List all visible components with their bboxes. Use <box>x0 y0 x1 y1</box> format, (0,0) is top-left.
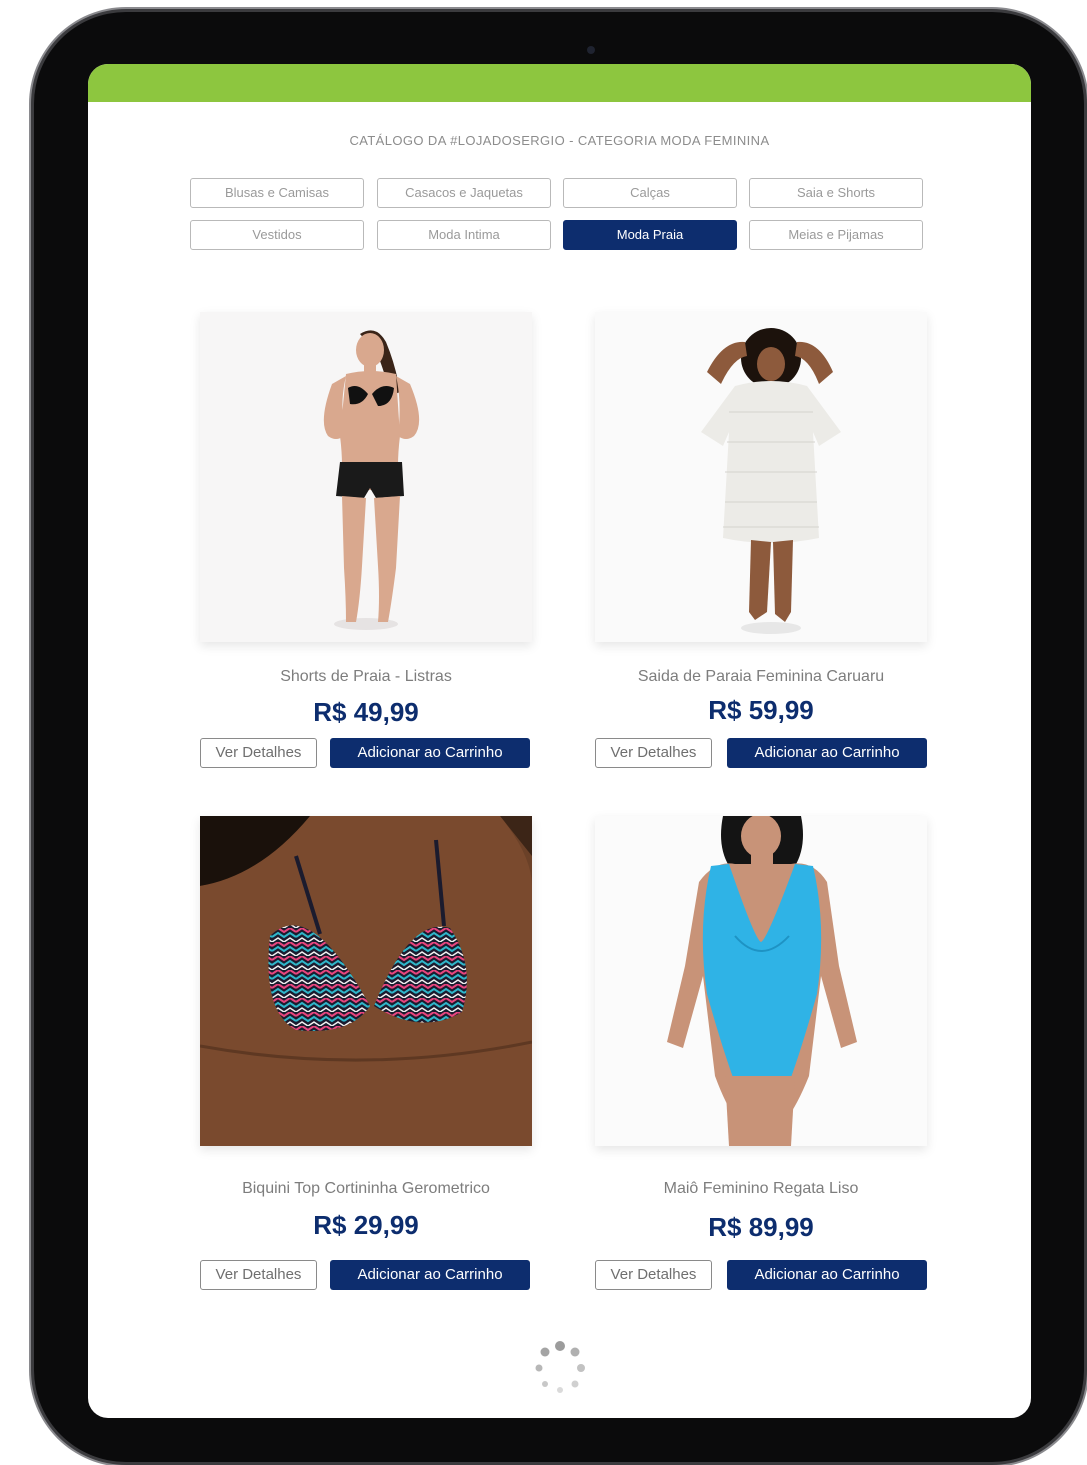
camera-dot <box>587 46 595 54</box>
product-price: R$ 49,99 <box>313 697 419 727</box>
product-name[interactable]: Saida de Paraia Feminina Caruaru <box>575 668 947 686</box>
product-image[interactable] <box>595 312 927 642</box>
product-price: R$ 29,99 <box>313 1210 419 1240</box>
add-to-cart-button[interactable]: Adicionar ao Carrinho <box>727 738 927 768</box>
product-name[interactable]: Maiô Feminino Regata Liso <box>575 1180 947 1198</box>
loading-spinner-icon <box>535 1341 585 1393</box>
details-button[interactable]: Ver Detalhes <box>200 738 317 768</box>
category-casacos-e-jaquetas[interactable]: Casacos e Jaquetas <box>377 178 551 208</box>
category-moda-intima[interactable]: Moda Intima <box>377 220 551 250</box>
add-to-cart-button[interactable]: Adicionar ao Carrinho <box>330 1260 530 1290</box>
details-button[interactable]: Ver Detalhes <box>595 738 712 768</box>
catalog-title: CATÁLOGO DA #LOJADOSERGIO - CATEGORIA MO… <box>349 133 770 148</box>
category-meias-e-pijamas[interactable]: Meias e Pijamas <box>749 220 923 250</box>
details-button[interactable]: Ver Detalhes <box>595 1260 712 1290</box>
add-to-cart-button[interactable]: Adicionar ao Carrinho <box>330 738 530 768</box>
top-bar <box>88 64 1031 102</box>
product-name[interactable]: Biquini Top Cortininha Gerometrico <box>180 1180 552 1198</box>
details-button[interactable]: Ver Detalhes <box>200 1260 317 1290</box>
category-vestidos[interactable]: Vestidos <box>190 220 364 250</box>
category-moda-praia[interactable]: Moda Praia <box>563 220 737 250</box>
add-to-cart-button[interactable]: Adicionar ao Carrinho <box>727 1260 927 1290</box>
product-image[interactable] <box>200 312 532 642</box>
product-name[interactable]: Shorts de Praia - Listras <box>180 668 552 686</box>
product-image[interactable] <box>200 816 532 1146</box>
product-price: R$ 89,99 <box>708 1212 814 1242</box>
screen: CATÁLOGO DA #LOJADOSERGIO - CATEGORIA MO… <box>88 64 1031 1418</box>
product-image[interactable] <box>595 816 927 1146</box>
category-saia-e-shorts[interactable]: Saia e Shorts <box>749 178 923 208</box>
product-price: R$ 59,99 <box>708 695 814 725</box>
category-calcas[interactable]: Calças <box>563 178 737 208</box>
category-blusas-e-camisas[interactable]: Blusas e Camisas <box>190 178 364 208</box>
